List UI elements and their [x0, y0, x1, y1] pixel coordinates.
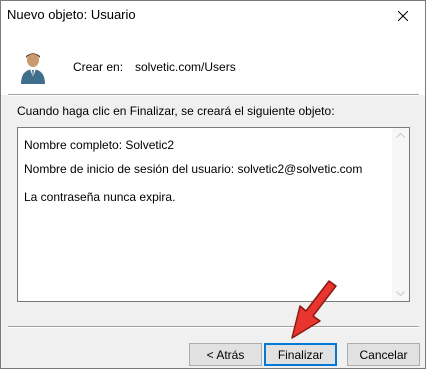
summary-box[interactable]: Nombre completo: Solvetic2 Nombre de ini…: [17, 127, 410, 302]
create-in-label: Crear en:: [73, 60, 124, 74]
window-title: Nuevo objeto: Usuario: [7, 7, 136, 22]
user-icon: [21, 53, 45, 84]
close-icon: [398, 11, 408, 21]
bottom-separator: [8, 326, 419, 328]
top-separator: [8, 94, 419, 96]
summary-line-logon-name: Nombre de inicio de sesión del usuario: …: [24, 162, 363, 176]
title-bar: Nuevo objeto: Usuario: [1, 1, 425, 31]
dialog-window: Nuevo objeto: Usuario Crear en: solvetic…: [0, 0, 426, 369]
finish-button[interactable]: Finalizar: [264, 343, 337, 366]
close-button[interactable]: [381, 1, 425, 31]
description-text: Cuando haga clic en Finalizar, se creará…: [17, 104, 335, 118]
summary-line-full-name: Nombre completo: Solvetic2: [24, 138, 175, 152]
scroll-up-icon[interactable]: [396, 133, 405, 138]
red-arrow-icon: [291, 280, 337, 339]
header-area: Crear en: solvetic.com/Users: [1, 31, 425, 95]
create-in-value: solvetic.com/Users: [135, 60, 236, 74]
cancel-button[interactable]: Cancelar: [347, 343, 420, 366]
back-button[interactable]: < Atrás: [189, 343, 262, 366]
scroll-down-icon[interactable]: [396, 291, 405, 296]
summary-line-password: La contraseña nunca expira.: [24, 190, 176, 204]
vertical-scrollbar[interactable]: [392, 128, 409, 301]
